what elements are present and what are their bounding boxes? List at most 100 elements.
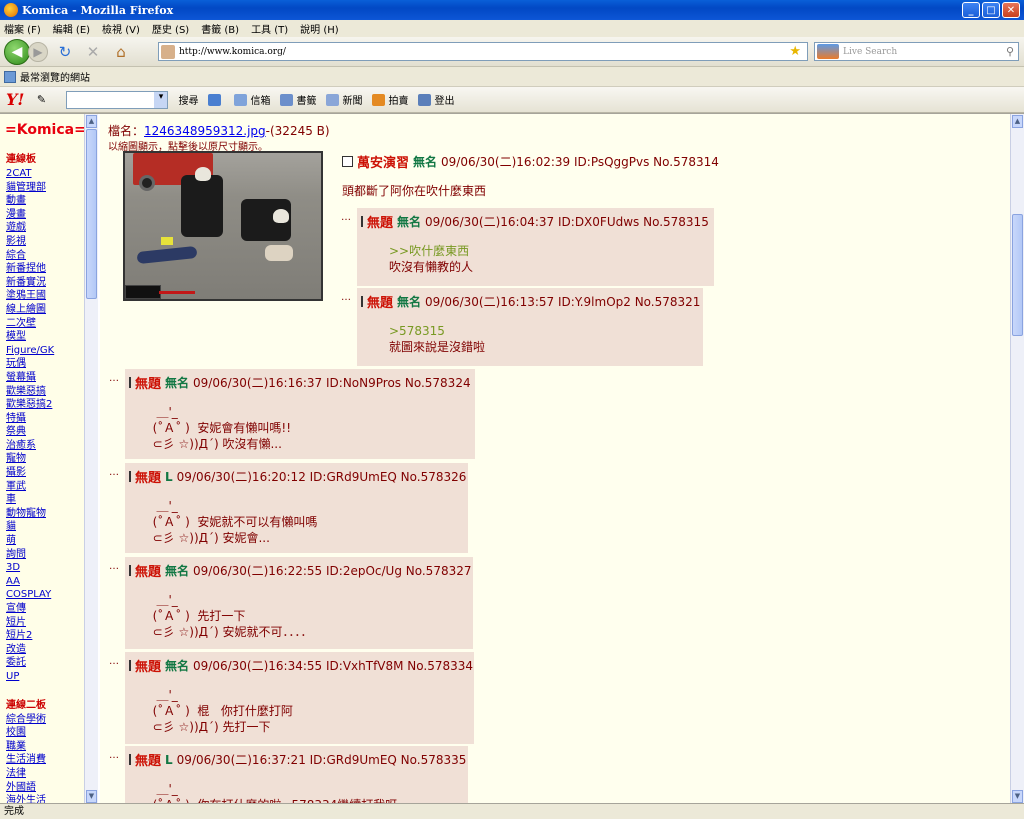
board-link[interactable]: 歡樂惡搞2 xyxy=(6,398,96,412)
post-meta[interactable]: 09/06/30(二)16:16:37 ID:NoN9Pros No.57832… xyxy=(193,374,471,391)
board-link[interactable]: 3D xyxy=(6,561,96,575)
search-icon[interactable]: ⚲ xyxy=(1006,45,1014,58)
shield-icon[interactable] xyxy=(208,93,224,106)
back-button[interactable]: ◀ xyxy=(4,38,30,65)
board-link[interactable]: 綜合學術 xyxy=(6,713,96,727)
board-link[interactable]: 特攝 xyxy=(6,412,96,426)
page-scrollbar[interactable]: ▲ ▼ xyxy=(1010,114,1024,804)
menu-file[interactable]: 檔案 (F) xyxy=(4,21,41,36)
board-link[interactable]: 貓管理部 xyxy=(6,181,96,195)
url-bar[interactable]: http://www.komica.org/ ★ xyxy=(158,42,808,61)
board-link[interactable]: 線上繪圖 xyxy=(6,303,96,317)
board-link[interactable]: 模型 xyxy=(6,330,96,344)
menu-help[interactable]: 說明 (H) xyxy=(300,21,339,36)
post-meta[interactable]: 09/06/30(二)16:22:55 ID:2epOc/Ug No.57832… xyxy=(193,562,471,579)
board-link[interactable]: 軍武 xyxy=(6,480,96,494)
scroll-up-arrow[interactable]: ▲ xyxy=(1012,115,1023,128)
delete-checkbox[interactable] xyxy=(129,471,131,482)
yahoo-auction-button[interactable]: 拍賣 xyxy=(372,92,408,107)
sidebar-scroll-thumb[interactable] xyxy=(86,129,97,299)
board-link[interactable]: 二次壁 xyxy=(6,317,96,331)
board-link[interactable]: 攝影 xyxy=(6,466,96,480)
board-link[interactable]: 動畫 xyxy=(6,194,96,208)
site-logo[interactable]: =Komica= xyxy=(5,122,96,138)
delete-checkbox[interactable] xyxy=(129,377,131,388)
post-meta[interactable]: 09/06/30(二)16:13:57 ID:Y.9lmOp2 No.57832… xyxy=(425,293,700,310)
page-scroll-thumb[interactable] xyxy=(1012,214,1023,336)
scroll-up-arrow[interactable]: ▲ xyxy=(86,115,97,128)
yahoo-news-button[interactable]: 新聞 xyxy=(326,92,362,107)
delete-checkbox[interactable] xyxy=(361,296,363,307)
board-link[interactable]: AA xyxy=(6,575,96,589)
yahoo-search-input[interactable] xyxy=(66,90,169,109)
quote-text[interactable]: >578315 xyxy=(389,323,695,339)
close-button[interactable]: ✕ xyxy=(1002,2,1020,18)
delete-checkbox[interactable] xyxy=(361,216,363,227)
board-link[interactable]: 委託 xyxy=(6,656,96,670)
delete-checkbox[interactable] xyxy=(129,754,131,765)
post-meta[interactable]: 09/06/30(二)16:37:21 ID:GRd9UmEQ No.57833… xyxy=(177,751,467,768)
search-engine-icon[interactable] xyxy=(817,44,839,59)
scroll-down-arrow[interactable]: ▼ xyxy=(86,790,97,803)
board-link[interactable]: 遊戲 xyxy=(6,221,96,235)
post-image[interactable] xyxy=(123,151,323,301)
board-link[interactable]: 短片 xyxy=(6,616,96,630)
search-box[interactable]: Live Search ⚲ xyxy=(814,42,1019,61)
board-link[interactable]: 寵物 xyxy=(6,452,96,466)
yahoo-bookmarks-button[interactable]: 書籤 xyxy=(280,92,316,107)
yahoo-logo-icon[interactable]: Y! xyxy=(6,90,24,109)
board-link[interactable]: 貓 xyxy=(6,520,96,534)
yahoo-search-button[interactable]: 搜尋 xyxy=(178,92,198,107)
board-link[interactable]: 職業 xyxy=(6,740,96,754)
board-link[interactable]: 萌 xyxy=(6,534,96,548)
board-link[interactable]: 校園 xyxy=(6,726,96,740)
minimize-button[interactable]: _ xyxy=(962,2,980,18)
yahoo-logout-button[interactable]: 登出 xyxy=(418,92,454,107)
menu-view[interactable]: 檢視 (V) xyxy=(102,21,140,36)
menu-tools[interactable]: 工具 (T) xyxy=(251,21,288,36)
quote-text[interactable]: >>吹什麼東西 xyxy=(389,243,706,259)
board-link[interactable]: 短片2 xyxy=(6,629,96,643)
post-meta[interactable]: 09/06/30(二)16:04:37 ID:DX0FUdws No.57831… xyxy=(425,213,709,230)
delete-checkbox[interactable] xyxy=(342,156,353,167)
board-link[interactable]: 2CAT xyxy=(6,167,96,181)
file-link[interactable]: 1246348959312.jpg xyxy=(144,124,266,138)
board-link[interactable]: 祭典 xyxy=(6,425,96,439)
search-placeholder[interactable]: Live Search xyxy=(843,47,897,57)
stop-icon[interactable]: ✕ xyxy=(82,41,104,63)
post-meta[interactable]: 09/06/30(二)16:20:12 ID:GRd9UmEQ No.57832… xyxy=(177,468,467,485)
board-link[interactable]: 歡樂惡搞 xyxy=(6,385,96,399)
delete-checkbox[interactable] xyxy=(129,660,131,671)
board-link[interactable]: 新番實況 xyxy=(6,276,96,290)
board-link[interactable]: 車 xyxy=(6,493,96,507)
board-link[interactable]: Figure/GK xyxy=(6,344,96,358)
board-link[interactable]: 玩偶 xyxy=(6,357,96,371)
forward-button[interactable]: ▶ xyxy=(28,41,48,62)
post-meta[interactable]: 09/06/30(二)16:02:39 ID:PsQggPvs No.57831… xyxy=(441,153,719,170)
scroll-down-arrow[interactable]: ▼ xyxy=(1012,790,1023,803)
board-link[interactable]: 宣傳 xyxy=(6,602,96,616)
url-text[interactable]: http://www.komica.org/ xyxy=(179,47,286,57)
board-link[interactable]: 影視 xyxy=(6,235,96,249)
board-link[interactable]: 生活消費 xyxy=(6,753,96,767)
board-link[interactable]: 塗鴉王國 xyxy=(6,289,96,303)
menu-bookmarks[interactable]: 書籤 (B) xyxy=(201,21,239,36)
pencil-icon[interactable]: ✎ xyxy=(30,89,52,111)
home-icon[interactable]: ⌂ xyxy=(110,41,132,63)
board-link[interactable]: 動物寵物 xyxy=(6,507,96,521)
maximize-button[interactable]: □ xyxy=(982,2,1000,18)
post-meta[interactable]: 09/06/30(二)16:34:55 ID:VxhTfV8M No.57833… xyxy=(193,657,473,674)
menu-edit[interactable]: 編輯 (E) xyxy=(53,21,90,36)
board-link[interactable]: UP xyxy=(6,670,96,684)
board-link[interactable]: COSPLAY xyxy=(6,588,96,602)
board-link[interactable]: 漫畫 xyxy=(6,208,96,222)
delete-checkbox[interactable] xyxy=(129,565,131,576)
board-link[interactable]: 外國語 xyxy=(6,781,96,795)
board-link[interactable]: 法律 xyxy=(6,767,96,781)
board-link[interactable]: 綜合 xyxy=(6,249,96,263)
board-link[interactable]: 治癒系 xyxy=(6,439,96,453)
board-link[interactable]: 螢幕攝 xyxy=(6,371,96,385)
reload-icon[interactable]: ↻ xyxy=(54,41,76,63)
yahoo-mail-button[interactable]: 信箱 xyxy=(234,92,270,107)
sidebar-scrollbar[interactable]: ▲ ▼ xyxy=(84,114,98,804)
